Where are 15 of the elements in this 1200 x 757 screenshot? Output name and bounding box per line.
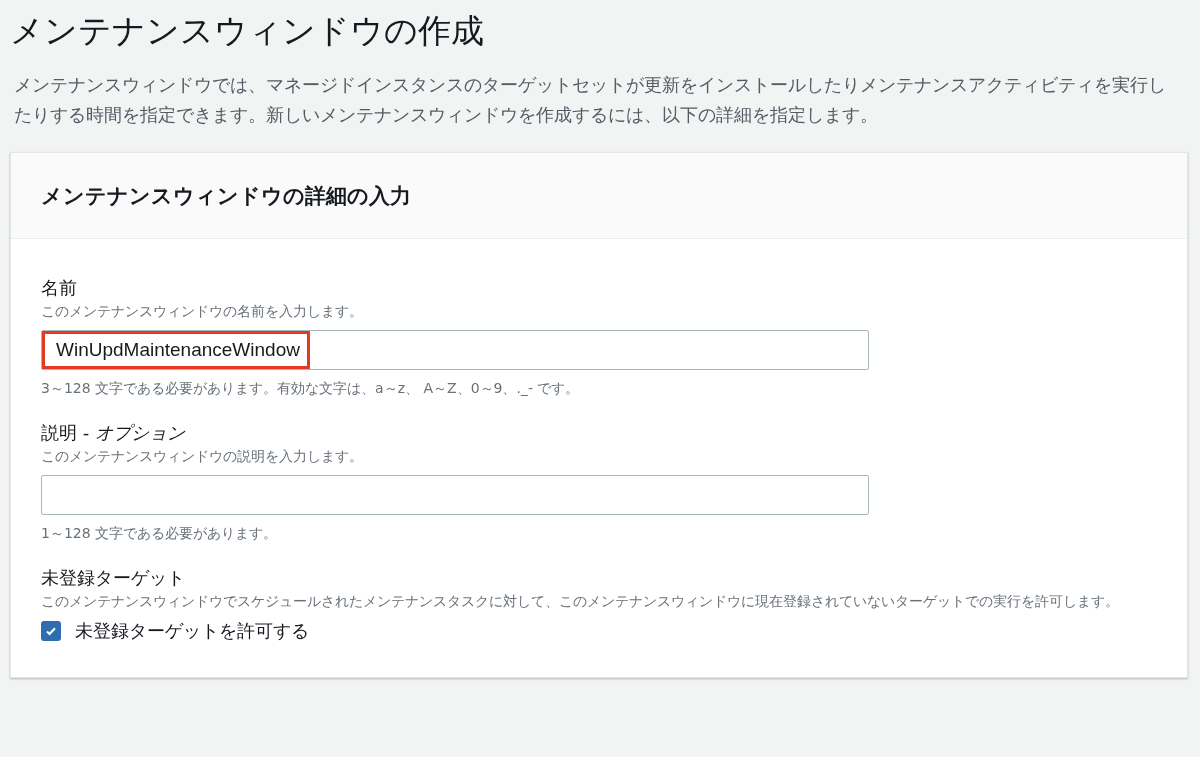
field-label: 未登録ターゲット <box>41 566 186 590</box>
panel-title: メンテナンスウィンドウの詳細の入力 <box>41 183 412 210</box>
field-hint: このメンテナンスウィンドウの説明を入力します。 <box>41 447 364 466</box>
checkbox[interactable] <box>41 621 61 641</box>
field-constraint: 3～128 文字である必要があります。有効な文字は、a～z、 A～Z、0～9、._- です。 <box>41 379 581 398</box>
field-hint: このメンテナンスウィンドウでスケジュールされたメンテナンスタスクに対して、このメンテナンスウィンドウに現在登録されていないターゲットでの実行を許可します。 <box>41 592 1120 611</box>
text-input-field[interactable]: WinUpdMaintenanceWindow <box>41 330 869 370</box>
field-label: 名前 <box>41 276 78 300</box>
field-label: 説明 - オプション <box>41 421 187 445</box>
page-title: メンテナンスウィンドウの作成 <box>10 10 485 52</box>
field-constraint: 1～128 文字である必要があります。 <box>41 524 279 543</box>
field-hint: このメンテナンスウィンドウの名前を入力します。 <box>41 302 364 321</box>
page-description: メンテナンスウィンドウでは、マネージドインスタンスのターゲットセットが更新をインストールしたりメンテナンスアクティビティを実行したりする時間を指定できます。新しいメンテナンスウィンドウを作成するには、以下の詳細を指定します。 <box>14 73 1167 127</box>
text-input-field[interactable] <box>41 475 869 515</box>
checkbox-label[interactable]: 未登録ターゲットを許可する <box>75 619 309 643</box>
